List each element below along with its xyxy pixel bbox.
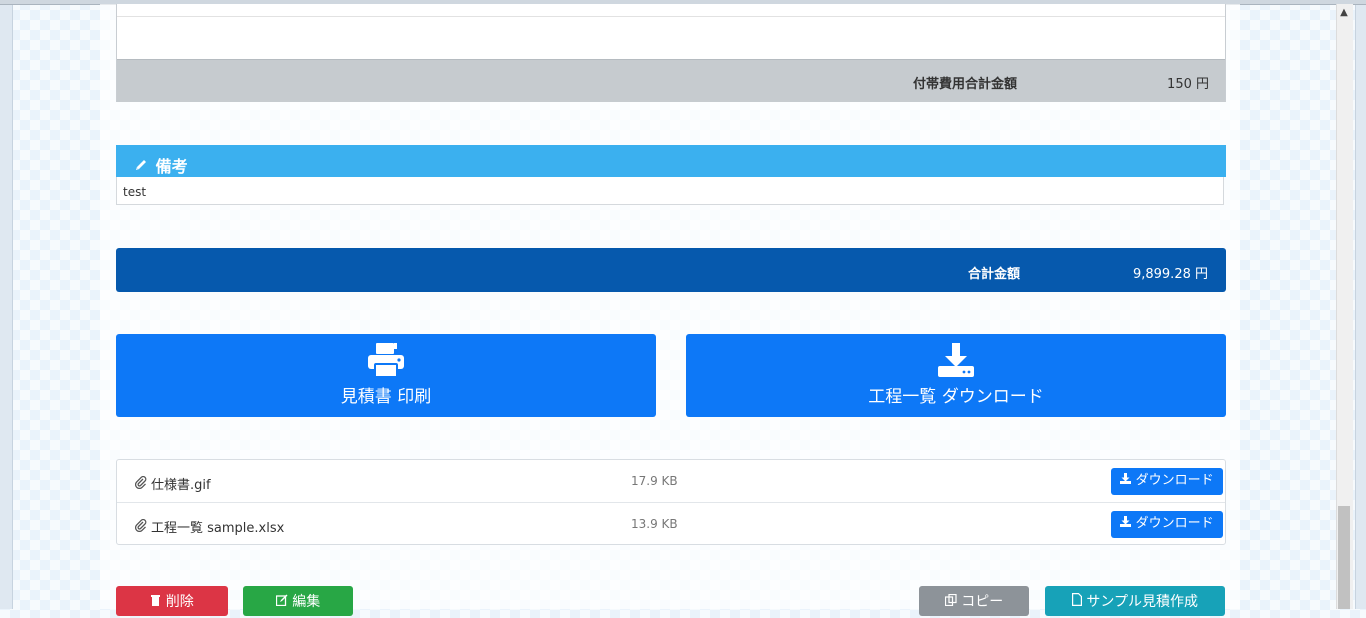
edit-label: 編集 bbox=[292, 594, 321, 610]
document-icon bbox=[1071, 593, 1086, 610]
download-process-list-label: 工程一覧 ダウンロード bbox=[868, 387, 1044, 407]
list-item: 仕様書.gif 17.9 KB ダウンロード bbox=[117, 460, 1225, 502]
remarks-text: test bbox=[116, 177, 1224, 205]
attachment-size: 17.9 KB bbox=[631, 474, 678, 488]
fees-summary-table: 付帯費用合計金額 150 円 bbox=[116, 4, 1226, 102]
download-button-label: ダウンロード bbox=[1135, 516, 1214, 531]
print-estimate-button[interactable]: 見積書 印刷 bbox=[116, 334, 656, 417]
attachment-filename[interactable]: 仕様書.gif bbox=[151, 478, 211, 493]
download-icon bbox=[1120, 473, 1135, 488]
trash-icon bbox=[150, 594, 165, 610]
download-icon bbox=[1120, 516, 1135, 531]
attachment-list: 仕様書.gif 17.9 KB ダウンロード 工程一覧 sample.xlsx … bbox=[116, 459, 1226, 545]
copy-icon bbox=[944, 593, 961, 610]
fees-subtotal-label: 付帯費用合計金額 bbox=[913, 77, 1018, 92]
pencil-icon bbox=[134, 157, 150, 176]
download-process-list-button[interactable]: 工程一覧 ダウンロード bbox=[686, 334, 1226, 417]
window-right-edge bbox=[1355, 0, 1366, 609]
print-estimate-label: 見積書 印刷 bbox=[340, 387, 432, 407]
attachment-size: 13.9 KB bbox=[631, 517, 678, 531]
grand-total-bar: 合計金額 9,899.28 円 bbox=[116, 248, 1226, 292]
scroll-up-arrow[interactable]: ▲ bbox=[1339, 8, 1349, 18]
window-left-edge bbox=[0, 0, 13, 609]
attachment-name: 工程一覧 sample.xlsx bbox=[134, 517, 284, 536]
edit-button[interactable]: 編集 bbox=[243, 586, 353, 616]
download-button-label: ダウンロード bbox=[1135, 473, 1214, 488]
paperclip-icon bbox=[134, 518, 151, 536]
create-sample-estimate-button[interactable]: サンプル見積作成 bbox=[1045, 586, 1225, 616]
edit-icon bbox=[275, 594, 292, 610]
grand-total-label: 合計金額 bbox=[968, 267, 1021, 282]
download-icon bbox=[686, 342, 1226, 378]
list-item: 工程一覧 sample.xlsx 13.9 KB ダウンロード bbox=[117, 502, 1225, 545]
delete-button[interactable]: 削除 bbox=[116, 586, 228, 616]
grand-total-value: 9,899.28 円 bbox=[1132, 267, 1208, 282]
scrollbar-thumb[interactable] bbox=[1338, 506, 1350, 609]
create-sample-estimate-label: サンプル見積作成 bbox=[1086, 594, 1199, 610]
download-button[interactable]: ダウンロード bbox=[1111, 511, 1223, 538]
download-button[interactable]: ダウンロード bbox=[1111, 468, 1223, 495]
fees-subtotal-row: 付帯費用合計金額 150 円 bbox=[117, 59, 1225, 102]
attachment-filename[interactable]: 工程一覧 sample.xlsx bbox=[151, 521, 284, 536]
copy-label: コピー bbox=[961, 594, 1004, 610]
delete-label: 削除 bbox=[165, 594, 194, 610]
paperclip-icon bbox=[134, 475, 151, 493]
remarks-title: 備考 bbox=[155, 157, 188, 176]
copy-button[interactable]: コピー bbox=[919, 586, 1029, 616]
printer-icon bbox=[116, 342, 656, 378]
remarks-header: 備考 bbox=[116, 145, 1226, 177]
fees-subtotal-value: 150 円 bbox=[1167, 77, 1209, 92]
attachment-name: 仕様書.gif bbox=[134, 474, 211, 493]
table-row-divider bbox=[117, 16, 1225, 17]
